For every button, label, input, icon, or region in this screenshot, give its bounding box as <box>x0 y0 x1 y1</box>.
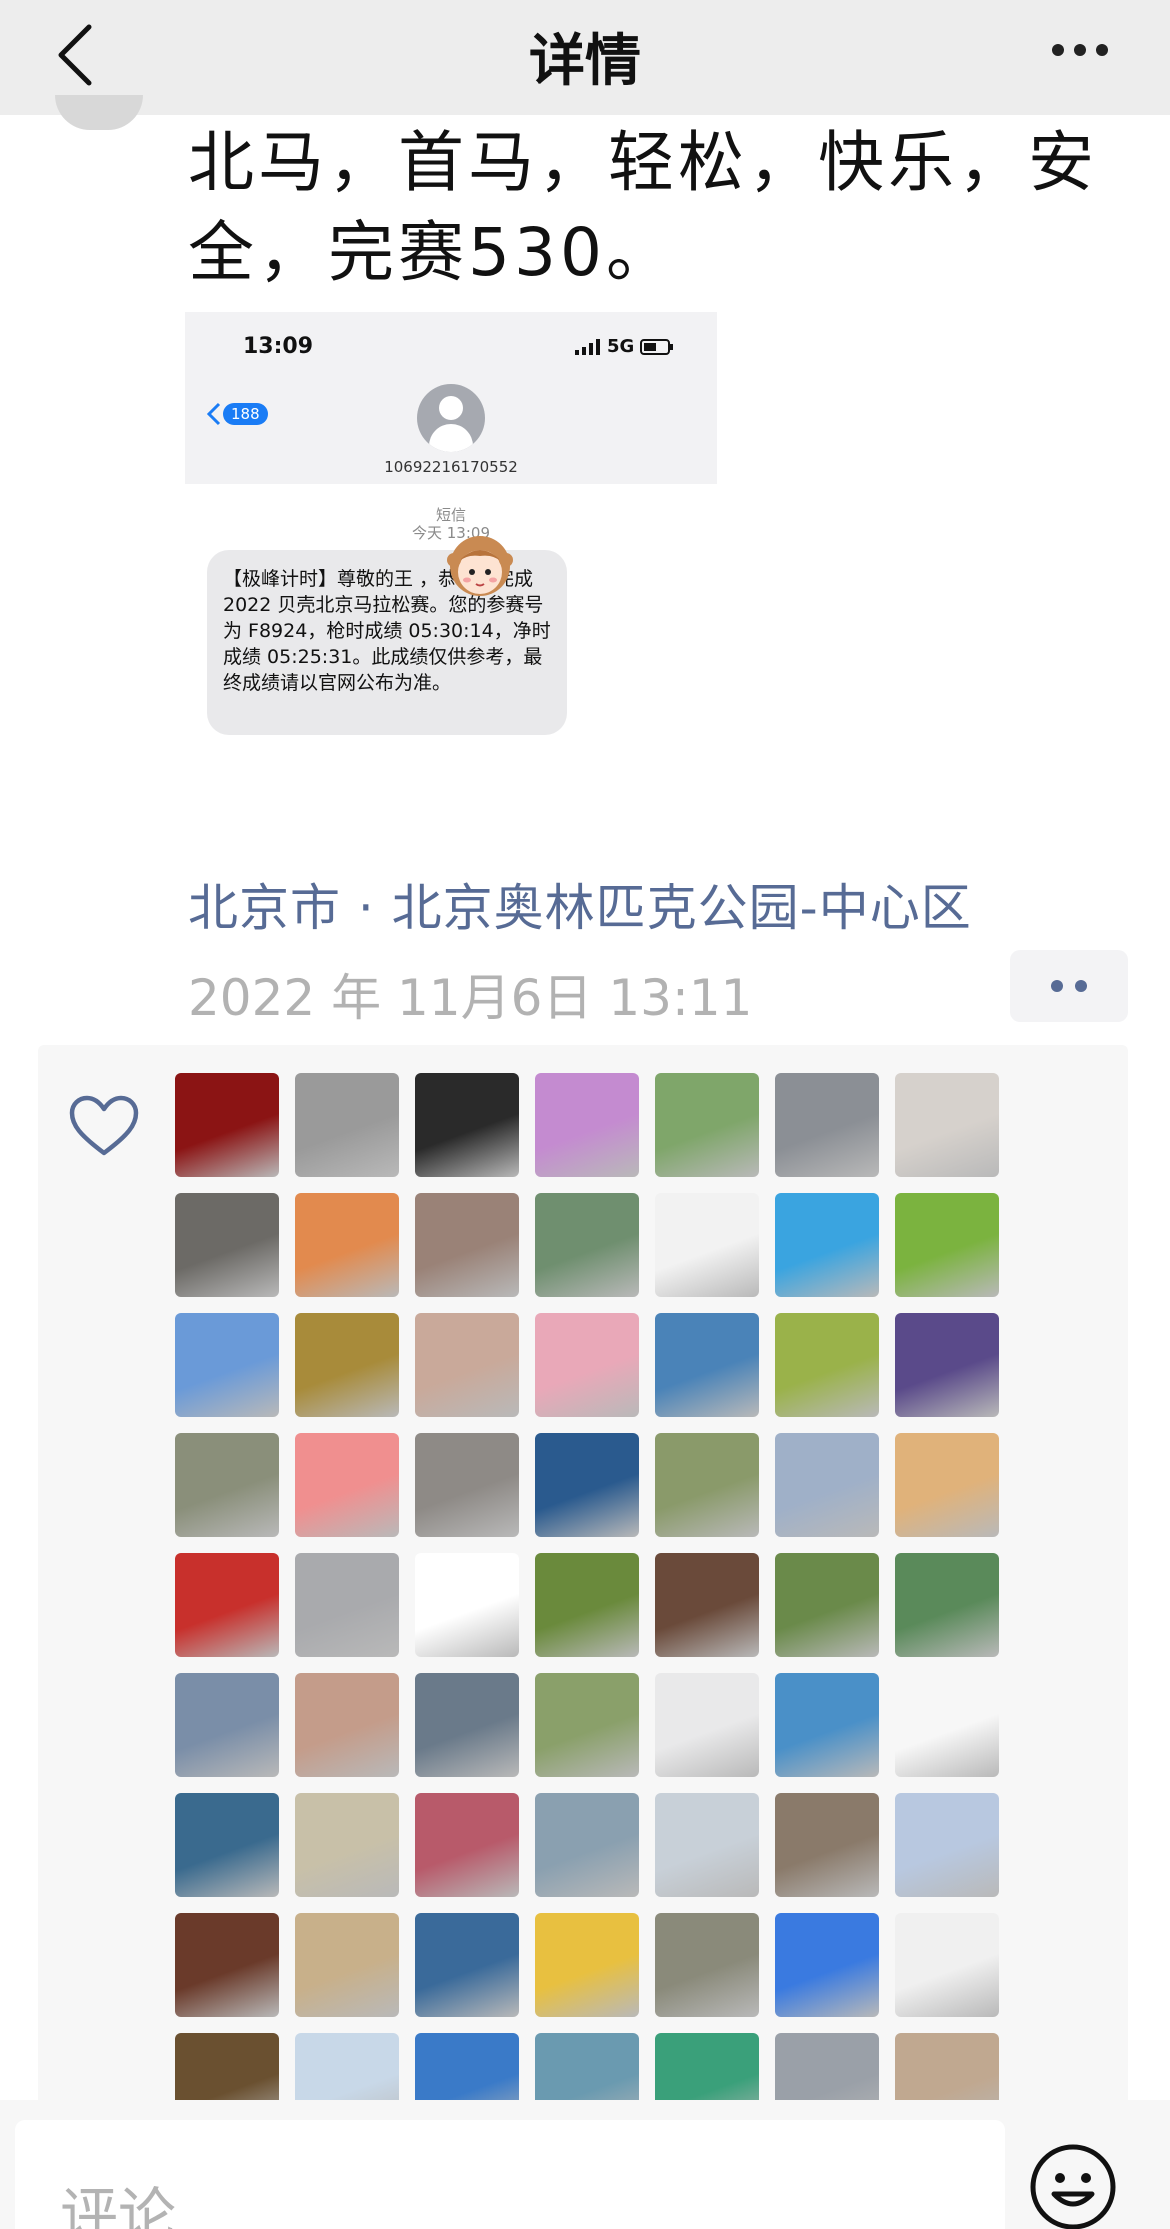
liker-avatar[interactable] <box>775 1073 879 1177</box>
comment-bar: 评论 <box>0 2100 1170 2229</box>
contact-icon <box>417 384 485 452</box>
sms-header: 13:09 5G 188 10692216170552 <box>185 312 717 484</box>
smile-icon[interactable] <box>1028 2142 1118 2229</box>
liker-avatar[interactable] <box>175 2033 279 2105</box>
liker-avatar[interactable] <box>295 1193 399 1297</box>
liker-avatar[interactable] <box>535 1073 639 1177</box>
comment-placeholder: 评论 <box>60 2181 177 2229</box>
liker-avatar[interactable] <box>655 1673 759 1777</box>
liker-avatar[interactable] <box>895 1313 999 1417</box>
liker-avatar[interactable] <box>175 1553 279 1657</box>
author-avatar[interactable] <box>55 95 143 130</box>
liker-avatar[interactable] <box>175 1313 279 1417</box>
post-time: 2022 年 11月6日 13:11 <box>188 969 753 1027</box>
liker-avatar[interactable] <box>415 1193 519 1297</box>
liker-avatar[interactable] <box>655 2033 759 2105</box>
liker-avatar[interactable] <box>415 1313 519 1417</box>
liker-avatar[interactable] <box>415 2033 519 2105</box>
sms-status-time: 13:09 <box>243 334 314 359</box>
liker-avatar[interactable] <box>295 1673 399 1777</box>
post-options-button[interactable] <box>1010 950 1128 1022</box>
liker-avatar[interactable] <box>775 1313 879 1417</box>
liker-avatar[interactable] <box>775 1553 879 1657</box>
liker-avatar[interactable] <box>655 1073 759 1177</box>
liker-avatar[interactable] <box>295 2033 399 2105</box>
signal-icon <box>575 338 600 355</box>
liker-avatars <box>175 1073 1128 2105</box>
chevron-left-icon <box>207 402 221 426</box>
liker-avatar[interactable] <box>175 1793 279 1897</box>
comment-input[interactable]: 评论 <box>15 2120 1005 2229</box>
liker-avatar[interactable] <box>775 1673 879 1777</box>
liker-avatar[interactable] <box>175 1073 279 1177</box>
liker-avatar[interactable] <box>295 1433 399 1537</box>
liker-avatar[interactable] <box>775 1793 879 1897</box>
liker-avatar[interactable] <box>295 1793 399 1897</box>
liker-avatar[interactable] <box>655 1193 759 1297</box>
liker-avatar[interactable] <box>535 1913 639 2017</box>
liker-avatar[interactable] <box>415 1913 519 2017</box>
likes-panel <box>38 1045 1128 2105</box>
liker-avatar[interactable] <box>535 1433 639 1537</box>
liker-avatar[interactable] <box>295 1553 399 1657</box>
heart-icon <box>69 1095 139 1156</box>
post-location[interactable]: 北京市 · 北京奥林匹克公园-中心区 <box>188 868 972 940</box>
options-icon <box>1051 980 1063 992</box>
liker-avatar[interactable] <box>535 1553 639 1657</box>
liker-avatar[interactable] <box>295 1313 399 1417</box>
more-icon <box>1052 44 1064 56</box>
sms-badge: 188 <box>223 403 268 425</box>
liker-avatar[interactable] <box>535 1193 639 1297</box>
liker-avatar[interactable] <box>535 1673 639 1777</box>
liker-avatar[interactable] <box>895 1073 999 1177</box>
liker-avatar[interactable] <box>895 1673 999 1777</box>
liker-avatar[interactable] <box>655 1313 759 1417</box>
sms-back: 188 <box>207 402 268 426</box>
liker-avatar[interactable] <box>895 1793 999 1897</box>
liker-avatar[interactable] <box>295 1073 399 1177</box>
liker-avatar[interactable] <box>655 1433 759 1537</box>
liker-avatar[interactable] <box>415 1793 519 1897</box>
liker-avatar[interactable] <box>775 2033 879 2105</box>
liker-avatar[interactable] <box>175 1913 279 2017</box>
sms-network: 5G <box>607 336 635 357</box>
liker-avatar[interactable] <box>775 1433 879 1537</box>
sms-status-signal: 5G <box>575 336 674 357</box>
liker-avatar[interactable] <box>415 1433 519 1537</box>
liker-avatar[interactable] <box>415 1073 519 1177</box>
liker-avatar[interactable] <box>175 1433 279 1537</box>
nav-bar: 详情 <box>0 0 1170 115</box>
liker-avatar[interactable] <box>175 1673 279 1777</box>
liker-avatar[interactable] <box>655 1793 759 1897</box>
liker-avatar[interactable] <box>535 1313 639 1417</box>
liker-avatar[interactable] <box>775 1913 879 2017</box>
liker-avatar[interactable] <box>895 2033 999 2105</box>
liker-avatar[interactable] <box>655 1913 759 2017</box>
liker-avatar[interactable] <box>415 1673 519 1777</box>
liker-avatar[interactable] <box>655 1553 759 1657</box>
liker-avatar[interactable] <box>775 1193 879 1297</box>
liker-avatar[interactable] <box>535 2033 639 2105</box>
liker-avatar[interactable] <box>175 1193 279 1297</box>
liker-avatar[interactable] <box>415 1553 519 1657</box>
more-button[interactable] <box>1045 35 1115 65</box>
post-image[interactable]: 13:09 5G 188 10692216170552 短信 今天 13:09 … <box>185 312 717 752</box>
liker-avatar[interactable] <box>535 1793 639 1897</box>
liker-avatar[interactable] <box>895 1433 999 1537</box>
girl-sticker-icon <box>447 536 513 596</box>
post-text: 北马，首马，轻松，快乐，安全，完赛530。 <box>188 124 1098 291</box>
liker-avatar[interactable] <box>895 1553 999 1657</box>
sms-sender: 10692216170552 <box>384 458 518 476</box>
liker-avatar[interactable] <box>895 1193 999 1297</box>
battery-icon <box>640 338 674 355</box>
page-title: 详情 <box>529 29 641 94</box>
liker-avatar[interactable] <box>295 1913 399 2017</box>
liker-avatar[interactable] <box>895 1913 999 2017</box>
